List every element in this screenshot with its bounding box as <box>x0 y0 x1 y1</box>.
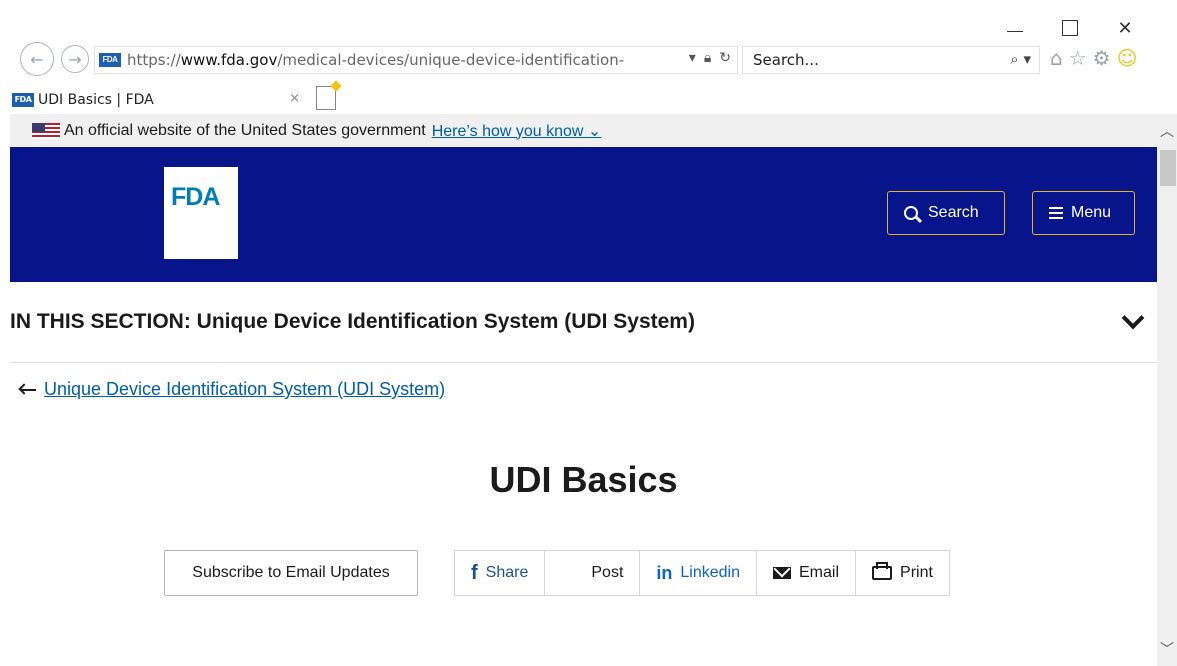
hamburger-icon <box>1049 204 1063 222</box>
home-icon[interactable]: ⌂ <box>1050 46 1063 70</box>
search-icon[interactable]: ⌕ ▾ <box>1010 50 1031 68</box>
site-favicon-icon: FDA <box>99 53 121 67</box>
browser-search-input[interactable]: Search... ⌕ ▾ <box>742 46 1040 74</box>
settings-gear-icon[interactable]: ⚙ <box>1093 46 1111 70</box>
forward-button[interactable]: → <box>61 45 89 73</box>
fda-logo[interactable]: FDA <box>164 167 238 259</box>
in-this-section-bar[interactable]: IN THIS SECTION: Unique Device Identific… <box>10 282 1157 363</box>
page-scrollbar[interactable]: ︿ ﹀ <box>1157 114 1177 666</box>
share-toolbar: f Share Post in Linkedin Email Print <box>454 550 950 596</box>
subscribe-email-button[interactable]: Subscribe to Email Updates <box>164 550 418 596</box>
printer-icon <box>872 562 893 580</box>
favorites-star-icon[interactable]: ☆ <box>1069 46 1087 70</box>
maximize-button[interactable] <box>1055 14 1085 42</box>
scrollbar-thumb[interactable] <box>1160 150 1176 186</box>
heres-how-you-know-link[interactable]: Here’s how you know ⌄ <box>432 121 602 141</box>
breadcrumb: Unique Device Identification System (UDI… <box>20 379 445 400</box>
tab-favicon-icon: FDA <box>12 93 34 107</box>
header-search-button[interactable]: Search <box>887 191 1005 235</box>
scroll-down-icon[interactable]: ﹀ <box>1157 640 1177 660</box>
facebook-icon: f <box>471 561 478 584</box>
gov-banner-text: An official website of the United States… <box>64 121 426 139</box>
new-tab-button[interactable] <box>316 86 336 110</box>
refresh-icon[interactable]: ↻ <box>719 50 731 66</box>
forward-arrow-icon: → <box>68 49 82 69</box>
section-title: IN THIS SECTION: Unique Device Identific… <box>10 310 695 333</box>
site-header: FDA Search Menu <box>10 147 1157 282</box>
header-menu-button[interactable]: Menu <box>1032 191 1135 235</box>
feedback-smiley-icon[interactable]: ☺ <box>1117 46 1138 70</box>
address-bar[interactable]: FDA https://www.fda.gov/medical-devices/… <box>94 46 738 74</box>
scroll-up-icon[interactable]: ︿ <box>1157 122 1177 142</box>
share-linkedin-button[interactable]: in Linkedin <box>640 551 757 595</box>
search-icon <box>904 206 918 220</box>
back-arrow-icon: ← <box>30 49 44 69</box>
tab-udi-basics[interactable]: FDA UDI Basics | FDA × <box>10 86 306 114</box>
page-title: UDI Basics <box>489 459 678 500</box>
arrow-left-icon <box>20 388 36 391</box>
tab-close-icon[interactable]: × <box>289 91 300 106</box>
post-x-button[interactable]: Post <box>545 551 641 595</box>
address-url[interactable]: https://www.fda.gov/medical-devices/uniq… <box>127 51 667 69</box>
minimize-button[interactable] <box>1000 14 1030 42</box>
tab-bar: FDA UDI Basics | FDA × <box>0 84 1177 114</box>
parent-page-link[interactable]: Unique Device Identification System (UDI… <box>44 379 445 400</box>
browser-navbar: ← → FDA https://www.fda.gov/medical-devi… <box>0 40 1177 84</box>
chevron-down-icon[interactable] <box>1121 306 1145 330</box>
dropdown-arrow-icon[interactable]: ▾ <box>689 50 696 66</box>
us-flag-icon <box>32 122 60 139</box>
tab-title: UDI Basics | FDA <box>38 92 154 108</box>
envelope-icon <box>773 567 791 579</box>
back-button[interactable]: ← <box>20 42 54 76</box>
linkedin-icon: in <box>656 562 673 583</box>
share-email-button[interactable]: Email <box>757 551 857 595</box>
close-window-button[interactable]: ✕ <box>1110 14 1140 42</box>
lock-icon[interactable]: 🔒︎ <box>704 50 711 66</box>
share-facebook-button[interactable]: f Share <box>455 551 546 595</box>
page-viewport: An official website of the United States… <box>10 114 1157 666</box>
gov-banner: An official website of the United States… <box>10 114 1157 147</box>
print-button[interactable]: Print <box>856 551 949 595</box>
